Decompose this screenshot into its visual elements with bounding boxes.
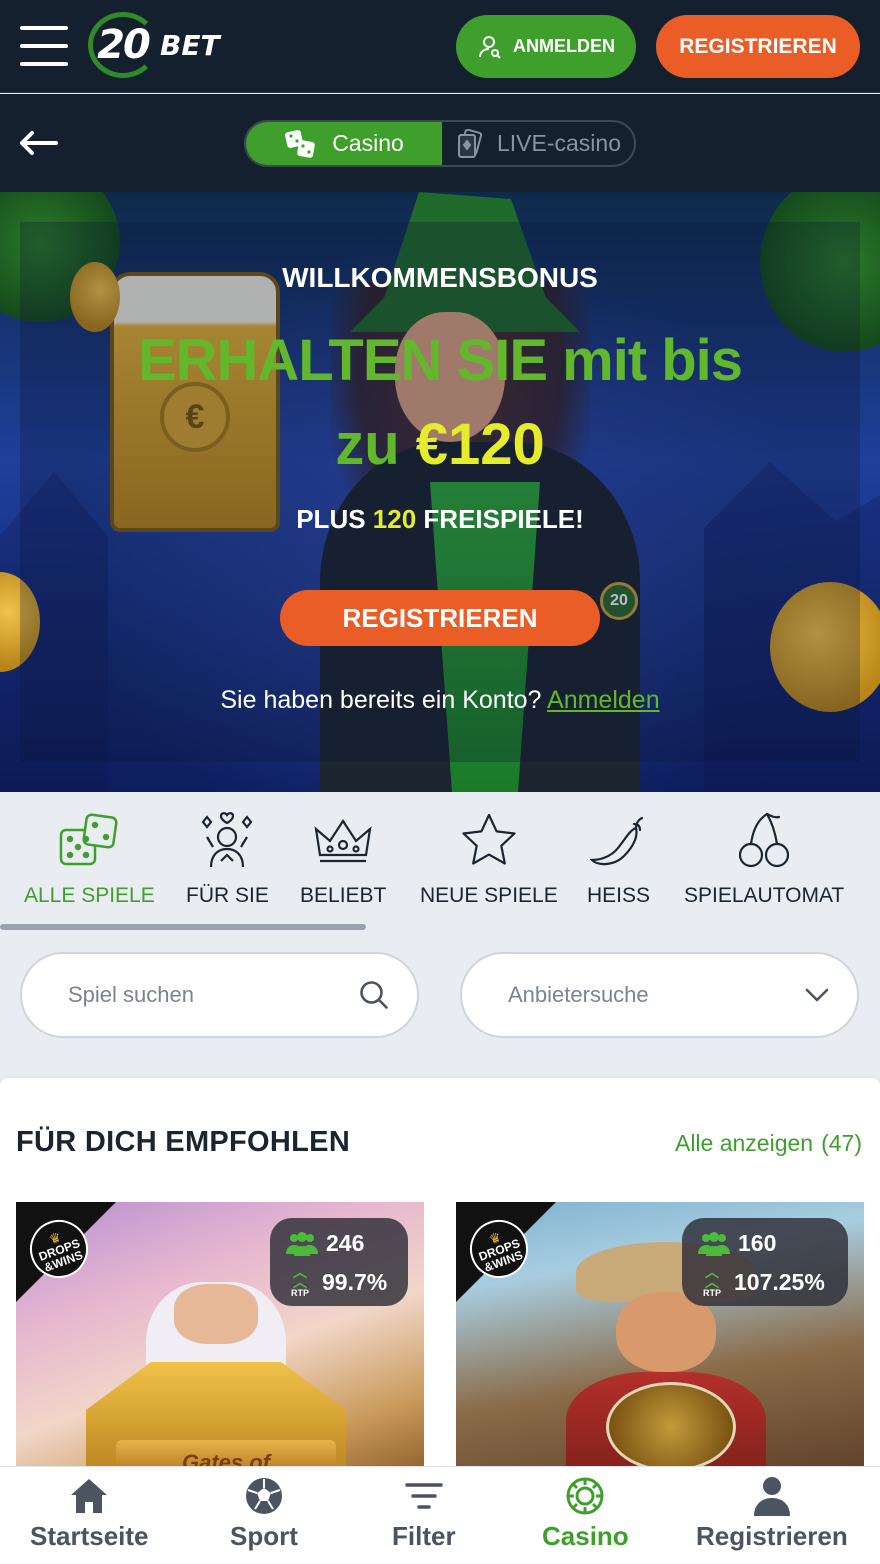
rtp-value: 99.7% bbox=[322, 1268, 388, 1295]
bonus-sub-suffix: FREISPIELE! bbox=[423, 504, 584, 534]
category-popular[interactable]: BELIEBT bbox=[300, 810, 386, 908]
nav-filter[interactable]: Filter bbox=[392, 1475, 456, 1552]
cards-icon bbox=[457, 128, 483, 158]
players-icon bbox=[698, 1231, 730, 1256]
rtp-value: 107.25% bbox=[734, 1268, 825, 1295]
tab-casino-label: Casino bbox=[332, 130, 404, 156]
cherries-icon bbox=[734, 810, 794, 870]
game-card[interactable]: Gates of ♛ DROPS &WINS 246 ︿ ︿ RTP 99.7% bbox=[16, 1202, 424, 1482]
hamburger-menu-icon[interactable] bbox=[20, 26, 68, 66]
login-button[interactable]: ANMELDEN bbox=[456, 15, 636, 78]
players-row: 160 bbox=[698, 1230, 776, 1257]
tab-live-casino[interactable]: LIVE-casino bbox=[442, 122, 634, 165]
person-cards-icon bbox=[197, 810, 257, 870]
game-card[interactable]: ♛ DROPS &WINS 160 ︿ ︿ RTP 107.25% bbox=[456, 1202, 864, 1482]
tab-live-label: LIVE-casino bbox=[496, 130, 621, 156]
game-categories: ALLE SPIELE FÜR SIE BELIEBT NEUE SPIELE … bbox=[0, 792, 880, 932]
existing-account-text: Sie haben bereits ein Konto? bbox=[220, 686, 542, 714]
category-label: HEISS bbox=[587, 884, 651, 907]
crown-icon bbox=[313, 810, 373, 870]
games-count: (47) bbox=[821, 1130, 862, 1156]
bonus-title: WILLKOMMENSBONUS bbox=[282, 262, 598, 293]
bottom-navigation: Startseite Sport Filter Casino Registrie… bbox=[0, 1466, 880, 1564]
players-row: 246 bbox=[286, 1230, 364, 1257]
nav-label: Sport bbox=[230, 1521, 298, 1551]
register-button-banner[interactable]: REGISTRIEREN bbox=[280, 590, 600, 646]
star-icon bbox=[459, 810, 519, 870]
nav-label: Registrieren bbox=[696, 1521, 848, 1551]
nav-label: Startseite bbox=[30, 1521, 149, 1551]
brand-logo[interactable]: 20 BET bbox=[88, 12, 220, 78]
banner-overlay bbox=[20, 222, 860, 762]
provider-search-dropdown[interactable]: Anbietersuche bbox=[460, 952, 859, 1038]
dice-icon bbox=[285, 129, 315, 158]
free-spins-count: 120 bbox=[372, 504, 417, 534]
category-for-you[interactable]: FÜR SIE bbox=[186, 810, 269, 908]
bonus-headline-2: zu €120 bbox=[0, 416, 880, 474]
players-count: 246 bbox=[326, 1230, 365, 1256]
category-all-games[interactable]: ALLE SPIELE bbox=[24, 810, 155, 908]
nav-sport[interactable]: Sport bbox=[230, 1475, 298, 1552]
nav-label: Filter bbox=[392, 1521, 456, 1551]
dice-icon bbox=[59, 810, 119, 870]
nav-register[interactable]: Registrieren bbox=[696, 1475, 848, 1552]
search-input[interactable]: Spiel suchen bbox=[68, 982, 359, 1008]
casino-subnav: Casino LIVE-casino bbox=[0, 94, 880, 192]
category-label: FÜR SIE bbox=[186, 884, 269, 907]
rtp-icon: ︿ ︿ RTP bbox=[291, 1264, 309, 1298]
rtp-icon: ︿ ︿ RTP bbox=[703, 1264, 721, 1298]
category-slots[interactable]: SPIELAUTOMAT bbox=[684, 810, 844, 908]
user-icon bbox=[751, 1475, 793, 1517]
welcome-bonus-banner: € 20 WILLKOMMENSBONUS ERHALTEN SIE mit b… bbox=[0, 192, 880, 792]
search-icon[interactable] bbox=[359, 980, 389, 1010]
nav-casino[interactable]: Casino bbox=[542, 1475, 629, 1552]
rtp-row: ︿ ︿ RTP 99.7% bbox=[286, 1264, 388, 1298]
category-label: SPIELAUTOMAT bbox=[684, 884, 845, 907]
game-search-box[interactable]: Spiel suchen bbox=[20, 952, 419, 1038]
provider-select[interactable]: Anbietersuche bbox=[508, 982, 805, 1008]
casino-live-toggle: Casino LIVE-casino bbox=[244, 120, 636, 167]
category-new-games[interactable]: NEUE SPIELE bbox=[420, 810, 558, 908]
soccer-ball-icon bbox=[243, 1475, 285, 1517]
section-title: FÜR DICH EMPFOHLEN bbox=[16, 1126, 351, 1158]
user-key-icon bbox=[479, 35, 501, 59]
rtp-row: ︿ ︿ RTP 107.25% bbox=[698, 1264, 825, 1298]
nav-label: Casino bbox=[542, 1521, 629, 1551]
login-link[interactable]: Anmelden bbox=[547, 686, 660, 714]
category-label: ALLE SPIELE bbox=[24, 884, 155, 907]
game-stats: 246 ︿ ︿ RTP 99.7% bbox=[270, 1218, 408, 1306]
logo-number: 20 bbox=[88, 12, 158, 78]
filter-icon bbox=[403, 1475, 445, 1517]
bonus-sub-prefix: PLUS bbox=[296, 504, 366, 534]
top-header: 20 BET ANMELDEN REGISTRIEREN bbox=[0, 0, 880, 93]
back-arrow-icon[interactable] bbox=[18, 130, 58, 156]
show-all-label: Alle anzeigen bbox=[674, 1130, 814, 1156]
bonus-subline: PLUS 120 FREISPIELE! bbox=[0, 504, 880, 535]
game-stats: 160 ︿ ︿ RTP 107.25% bbox=[682, 1218, 848, 1306]
casino-chip-icon bbox=[564, 1475, 606, 1517]
home-icon bbox=[68, 1475, 110, 1517]
bonus-amount: €120 bbox=[415, 412, 545, 477]
chevron-down-icon[interactable] bbox=[805, 988, 829, 1002]
category-hot[interactable]: HEISS bbox=[587, 810, 650, 908]
register-button-header[interactable]: REGISTRIEREN bbox=[656, 15, 860, 78]
bonus-headline-1: ERHALTEN SIE mit bis bbox=[137, 328, 743, 393]
login-label: ANMELDEN bbox=[513, 36, 615, 56]
tab-casino[interactable]: Casino bbox=[246, 122, 442, 165]
category-label: BELIEBT bbox=[300, 884, 387, 907]
chili-icon bbox=[589, 810, 649, 870]
players-count: 160 bbox=[738, 1230, 777, 1256]
players-icon bbox=[286, 1231, 318, 1256]
existing-account-line: Sie haben bereits ein Konto? Anmelden bbox=[0, 686, 880, 715]
category-label: NEUE SPIELE bbox=[420, 884, 558, 907]
bonus-headline-prefix: zu bbox=[335, 412, 400, 477]
nav-home[interactable]: Startseite bbox=[30, 1475, 149, 1552]
logo-text: BET bbox=[160, 28, 220, 62]
category-scroll-indicator[interactable] bbox=[0, 924, 366, 930]
show-all-link[interactable]: Alle anzeigen (47) bbox=[675, 1130, 862, 1157]
